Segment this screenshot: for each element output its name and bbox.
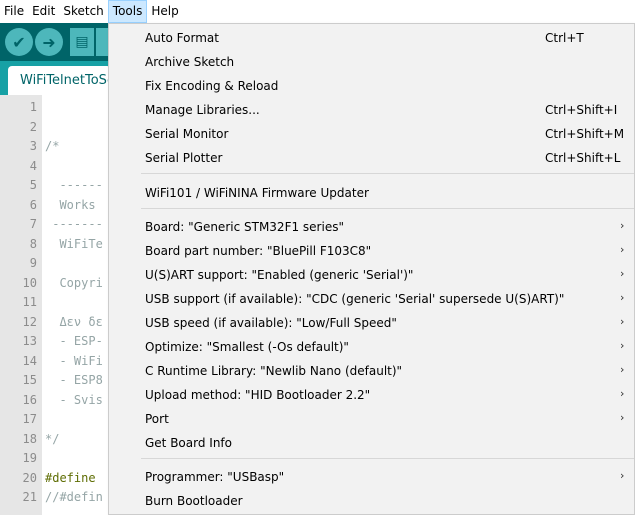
- code-line: - Svis: [45, 392, 103, 407]
- chevron-right-icon: ›: [620, 469, 625, 482]
- line-number: 11: [22, 295, 37, 309]
- chevron-right-icon: ›: [620, 219, 625, 232]
- code-line: Δεν δε: [45, 314, 103, 329]
- code-line: Copyri: [45, 275, 103, 290]
- menu-edit[interactable]: Edit: [28, 0, 59, 23]
- code-line: WiFiTe: [45, 236, 103, 251]
- chevron-right-icon: ›: [620, 267, 625, 280]
- code-line: - ESP8: [45, 373, 103, 387]
- menu-item-firmware-updater[interactable]: WiFi101 / WiFiNINA Firmware Updater: [109, 182, 634, 206]
- code-line: ------: [45, 178, 103, 192]
- chevron-right-icon: ›: [620, 243, 625, 256]
- menu-sketch[interactable]: Sketch: [59, 0, 107, 23]
- chevron-right-icon: ›: [620, 363, 625, 376]
- menu-item-board-part-number[interactable]: Board part number: "BluePill F103C8" ›: [109, 240, 634, 264]
- menu-item-fix-encoding[interactable]: Fix Encoding & Reload: [109, 75, 634, 99]
- line-number: 15: [22, 373, 37, 387]
- code-line: //#defin: [45, 490, 103, 504]
- menu-item-serial-plotter[interactable]: Serial Plotter Ctrl+Shift+L: [109, 147, 634, 171]
- line-number: 12: [22, 314, 37, 329]
- menu-item-optimize[interactable]: Optimize: "Smallest (-Os default)" ›: [109, 336, 634, 360]
- menu-item-burn-bootloader[interactable]: Burn Bootloader: [109, 490, 634, 514]
- verify-button[interactable]: ✔: [5, 28, 33, 56]
- line-number: 14: [22, 353, 37, 368]
- document-icon: ▤: [75, 34, 89, 50]
- line-number: 21: [22, 490, 37, 504]
- code-line: - ESP-: [45, 334, 103, 348]
- menu-separator: [141, 458, 634, 459]
- line-number: 2: [29, 119, 37, 134]
- line-number: 19: [22, 451, 37, 465]
- chevron-right-icon: ›: [620, 411, 625, 424]
- menu-item-usart-support[interactable]: U(S)ART support: "Enabled (generic 'Seri…: [109, 264, 634, 288]
- chevron-right-icon: ›: [620, 291, 625, 304]
- tab-sketch[interactable]: WiFiTelnetToSerial: [8, 66, 111, 95]
- line-number: 20: [22, 470, 37, 485]
- chevron-right-icon: ›: [620, 339, 625, 352]
- menu-bar: File Edit Sketch Tools Help: [0, 0, 635, 23]
- code-line: */: [45, 431, 60, 446]
- menu-item-board[interactable]: Board: "Generic STM32F1 series" ›: [109, 216, 634, 240]
- menu-item-programmer[interactable]: Programmer: "USBasp" ›: [109, 466, 634, 490]
- upload-button[interactable]: ➜: [35, 28, 63, 56]
- menu-item-manage-libraries[interactable]: Manage Libraries... Ctrl+Shift+I: [109, 99, 634, 123]
- menu-file[interactable]: File: [0, 0, 28, 23]
- line-number: 17: [22, 412, 37, 426]
- check-icon: ✔: [12, 32, 26, 52]
- line-number: 13: [22, 334, 37, 348]
- arrow-right-icon: ➜: [42, 32, 56, 52]
- code-line: -------: [45, 217, 103, 231]
- menu-item-usb-support[interactable]: USB support (if available): "CDC (generi…: [109, 288, 634, 312]
- line-number: 16: [22, 392, 37, 407]
- menu-separator: [141, 208, 634, 209]
- menu-item-port[interactable]: Port ›: [109, 408, 634, 432]
- line-gutter: 1 2 3 4 5 6 7 8 9 10 11 12 13 14 15 16 1…: [0, 95, 42, 515]
- code-line: Works: [45, 197, 96, 212]
- chevron-right-icon: ›: [620, 387, 625, 400]
- open-sketch-button[interactable]: [96, 28, 108, 56]
- menu-tools[interactable]: Tools: [107, 0, 148, 23]
- menu-item-auto-format[interactable]: Auto Format Ctrl+T: [109, 27, 634, 51]
- line-number: 10: [22, 275, 37, 290]
- menu-item-get-board-info[interactable]: Get Board Info: [109, 432, 634, 456]
- menu-item-upload-method[interactable]: Upload method: "HID Bootloader 2.2" ›: [109, 384, 634, 408]
- line-number: 3: [29, 139, 37, 153]
- menu-help[interactable]: Help: [147, 0, 182, 23]
- menu-item-usb-speed[interactable]: USB speed (if available): "Low/Full Spee…: [109, 312, 634, 336]
- line-number: 6: [29, 197, 37, 212]
- line-number: 18: [22, 431, 37, 446]
- menu-separator: [141, 173, 634, 174]
- menu-item-serial-monitor[interactable]: Serial Monitor Ctrl+Shift+M: [109, 123, 634, 147]
- line-number: 1: [29, 100, 37, 114]
- chevron-right-icon: ›: [620, 315, 625, 328]
- new-sketch-button[interactable]: ▤: [70, 28, 94, 56]
- code-line: /*: [45, 139, 60, 153]
- tools-dropdown: Auto Format Ctrl+T Archive Sketch Fix En…: [108, 23, 635, 515]
- menu-item-c-runtime-library[interactable]: C Runtime Library: "Newlib Nano (default…: [109, 360, 634, 384]
- code-line: - WiFi: [45, 353, 103, 368]
- line-number: 8: [29, 236, 37, 251]
- code-line: #define: [45, 470, 96, 485]
- line-number: 7: [29, 217, 37, 231]
- line-number: 4: [29, 158, 37, 173]
- menu-item-archive-sketch[interactable]: Archive Sketch: [109, 51, 634, 75]
- line-number: 9: [29, 256, 37, 270]
- line-number: 5: [29, 178, 37, 192]
